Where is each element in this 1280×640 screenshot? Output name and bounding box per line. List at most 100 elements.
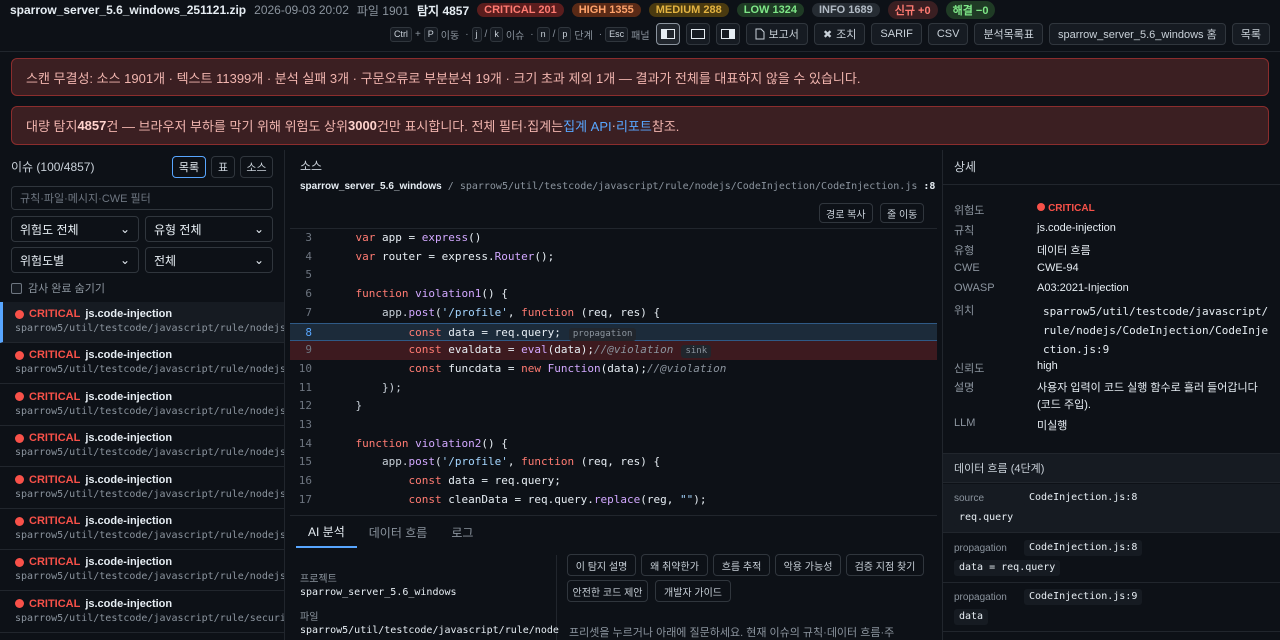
issue-list-item[interactable]: CRITICAL js.code-injection sparrow5/util/t… bbox=[0, 509, 284, 550]
ai-preset-chip[interactable]: 이 탐지 설명 bbox=[567, 554, 636, 576]
low-badge[interactable]: LOW 1324 bbox=[736, 3, 804, 17]
code-line[interactable]: 11 }); bbox=[290, 379, 937, 398]
issue-rule: js.code-injection bbox=[85, 597, 173, 610]
kbd-p: P bbox=[423, 26, 438, 42]
view-table-toggle[interactable]: 표 bbox=[211, 156, 235, 178]
flow-step[interactable]: propagation CodeInjection.js:8 data = req.… bbox=[943, 534, 1280, 583]
flow-step-code: req.query bbox=[954, 510, 1019, 526]
tab-log[interactable]: 로그 bbox=[439, 516, 485, 548]
code-line[interactable]: 17 const cleanData = req.query.replace(r… bbox=[290, 491, 937, 510]
csv-button[interactable]: CSV bbox=[927, 23, 969, 45]
code-line[interactable]: 6 function violation1() { bbox=[290, 285, 937, 304]
hint-issue: · j / k 이슈 bbox=[465, 26, 525, 42]
severity-filter-value: 위험도 전체 bbox=[20, 222, 79, 237]
hide-reviewed-checkbox[interactable]: 감사 완료 숨기기 bbox=[11, 280, 105, 296]
report-link[interactable]: 리포트 bbox=[616, 116, 652, 135]
aggregate-api-link[interactable]: 집계 API bbox=[563, 116, 612, 135]
type-label: 유형 bbox=[954, 245, 975, 257]
view-list-toggle[interactable]: 목록 bbox=[172, 156, 206, 178]
ai-preset-chip[interactable]: 왜 취약한가 bbox=[641, 554, 708, 576]
kbd-ctrl: Ctrl bbox=[389, 26, 412, 42]
analysis-list-button[interactable]: 분석목록표 bbox=[974, 23, 1044, 45]
list-button[interactable]: 목록 bbox=[1231, 23, 1270, 45]
info-badge[interactable]: INFO 1689 bbox=[811, 3, 880, 17]
code-line[interactable]: 14 function violation2() { bbox=[290, 435, 937, 454]
view-source-toggle[interactable]: 소스 bbox=[240, 156, 273, 178]
new-badge[interactable]: 신규 +0 bbox=[887, 1, 938, 19]
severity-filter-select[interactable]: 위험도 전체 ⌄ bbox=[11, 216, 139, 242]
line-number: 8 bbox=[305, 325, 312, 339]
code-line[interactable]: 7 app.post('/profile', function (req, re… bbox=[290, 304, 937, 323]
detail-divider bbox=[943, 184, 1280, 185]
code-line[interactable]: 4 var router = express.Router(); bbox=[290, 248, 937, 267]
issue-filter-input[interactable]: 규칙·파일·메시지·CWE 필터 bbox=[11, 186, 273, 210]
code-line[interactable]: 10 const funcdata = new Function(data);/… bbox=[290, 360, 937, 379]
code-line[interactable]: 12 } bbox=[290, 397, 937, 416]
line-number: 11 bbox=[298, 380, 312, 394]
copy-path-button[interactable]: 경로 복사 bbox=[819, 203, 873, 223]
issue-rule: js.code-injection bbox=[85, 390, 173, 403]
code-line[interactable]: 3 var app = express() bbox=[290, 229, 937, 248]
source-panel: 소스 sparrow_server_5.6_windows / sparrow5… bbox=[290, 150, 937, 640]
code-line[interactable]: 5 bbox=[290, 266, 937, 285]
detail-llm: LLM 미실행 bbox=[954, 417, 1274, 433]
code-token: (reg, bbox=[640, 492, 681, 506]
integrity-banner-text: 스캔 무결성: 소스 1901개 · 텍스트 11399개 · 분석 실패 3개… bbox=[26, 70, 861, 86]
tools-icon: ✖ bbox=[822, 28, 833, 41]
ai-preset-chip[interactable]: 악용 가능성 bbox=[775, 554, 841, 576]
code-token: , bbox=[507, 455, 522, 469]
layout-center-icon[interactable] bbox=[685, 23, 710, 45]
ai-preset-chip[interactable]: 안전한 코드 제안 bbox=[567, 580, 648, 602]
code-line[interactable]: 13 bbox=[290, 416, 937, 435]
chevron-down-icon: ⌄ bbox=[253, 253, 264, 267]
high-badge[interactable]: HIGH 1355 bbox=[571, 3, 641, 17]
type-filter-select[interactable]: 유형 전체 ⌄ bbox=[145, 216, 273, 242]
sarif-button[interactable]: SARIF bbox=[871, 23, 922, 45]
flow-step-file[interactable]: CodeInjection.js:8 bbox=[1024, 539, 1143, 556]
code-line[interactable]: 9 const evaldata = eval(data);//@violati… bbox=[290, 341, 937, 360]
location-value[interactable]: sparrow5/util/testcode/javascript/rule/n… bbox=[1037, 302, 1274, 359]
issue-header: CRITICAL js.code-injection bbox=[15, 474, 276, 486]
flow-step[interactable]: propagation CodeInjection.js:9 data bbox=[943, 583, 1280, 632]
issue-rule: js.code-injection bbox=[85, 308, 173, 320]
issue-list-item[interactable]: CRITICAL js.code-injection sparrow5/util/t… bbox=[0, 302, 284, 343]
ai-preset-chip[interactable]: 개발자 가이드 bbox=[655, 580, 731, 602]
code-token: app. bbox=[329, 455, 409, 469]
medium-badge[interactable]: MEDIUM 288 bbox=[648, 3, 729, 17]
report-button[interactable]: 보고서 bbox=[745, 23, 808, 45]
action-button[interactable]: ✖ 조치 bbox=[813, 23, 866, 45]
code-line[interactable]: 15 app.post('/profile', function (req, r… bbox=[290, 453, 937, 472]
code-line[interactable]: 16 const data = req.query; bbox=[290, 472, 937, 491]
rule-value: js.code-injection bbox=[1037, 222, 1116, 234]
issue-list-item[interactable]: CRITICAL js.code-injection sparrow5/util/t… bbox=[0, 385, 284, 426]
goto-line-button[interactable]: 줄 이동 bbox=[880, 203, 925, 223]
group-by-select[interactable]: 위험도별 ⌄ bbox=[11, 247, 139, 273]
type-value: 데이터 흐름 bbox=[1037, 245, 1091, 257]
project-home-button[interactable]: sparrow_server_5.6_windows 홈 bbox=[1049, 23, 1226, 45]
issue-severity: CRITICAL bbox=[29, 390, 81, 403]
resolved-badge[interactable]: 해결 −0 bbox=[945, 1, 996, 19]
integrity-banner: 스캔 무결성: 소스 1901개 · 텍스트 11399개 · 분석 실패 3개… bbox=[11, 58, 1269, 96]
issue-list-item[interactable]: CRITICAL js.code-injection sparrow5/util/t… bbox=[0, 468, 284, 509]
ai-preset-chip[interactable]: 검증 지점 찾기 bbox=[846, 554, 924, 576]
layout-right-icon[interactable] bbox=[715, 23, 740, 45]
flow-step-file[interactable]: CodeInjection.js:9 bbox=[1024, 589, 1143, 605]
tab-data-flow[interactable]: 데이터 흐름 bbox=[357, 516, 440, 548]
line-number: 17 bbox=[298, 492, 312, 506]
critical-badge[interactable]: CRITICAL 201 bbox=[477, 3, 564, 17]
issue-list-item[interactable]: CRITICAL js.code-injection sparrow5/util/t… bbox=[0, 343, 284, 385]
ai-preset-chip[interactable]: 흐름 추적 bbox=[713, 554, 770, 576]
code-line[interactable]: 8 const data = req.query; propagation bbox=[290, 322, 937, 342]
issue-list-item[interactable]: CRITICAL js.code-injection sparrow5/util/t… bbox=[0, 550, 284, 592]
issue-list-item[interactable]: CRITICAL js.code-injection sparrow5/util/t… bbox=[0, 426, 284, 468]
issue-list-item[interactable]: CRITICAL js.code-injection sparrow5/util/t… bbox=[0, 592, 284, 633]
flow-step-kind: propagation bbox=[954, 592, 1007, 603]
layout-left-icon[interactable] bbox=[655, 23, 680, 45]
tab-ai[interactable]: AI 분석 bbox=[296, 516, 357, 548]
code-token: violation2 bbox=[415, 436, 482, 450]
source-title: 소스 bbox=[300, 159, 323, 173]
flow-step-file[interactable]: CodeInjection.js:8 bbox=[1024, 490, 1143, 506]
flow-step[interactable]: source CodeInjection.js:8 req.query bbox=[943, 484, 1280, 533]
scope-select[interactable]: 전체 ⌄ bbox=[145, 247, 273, 273]
